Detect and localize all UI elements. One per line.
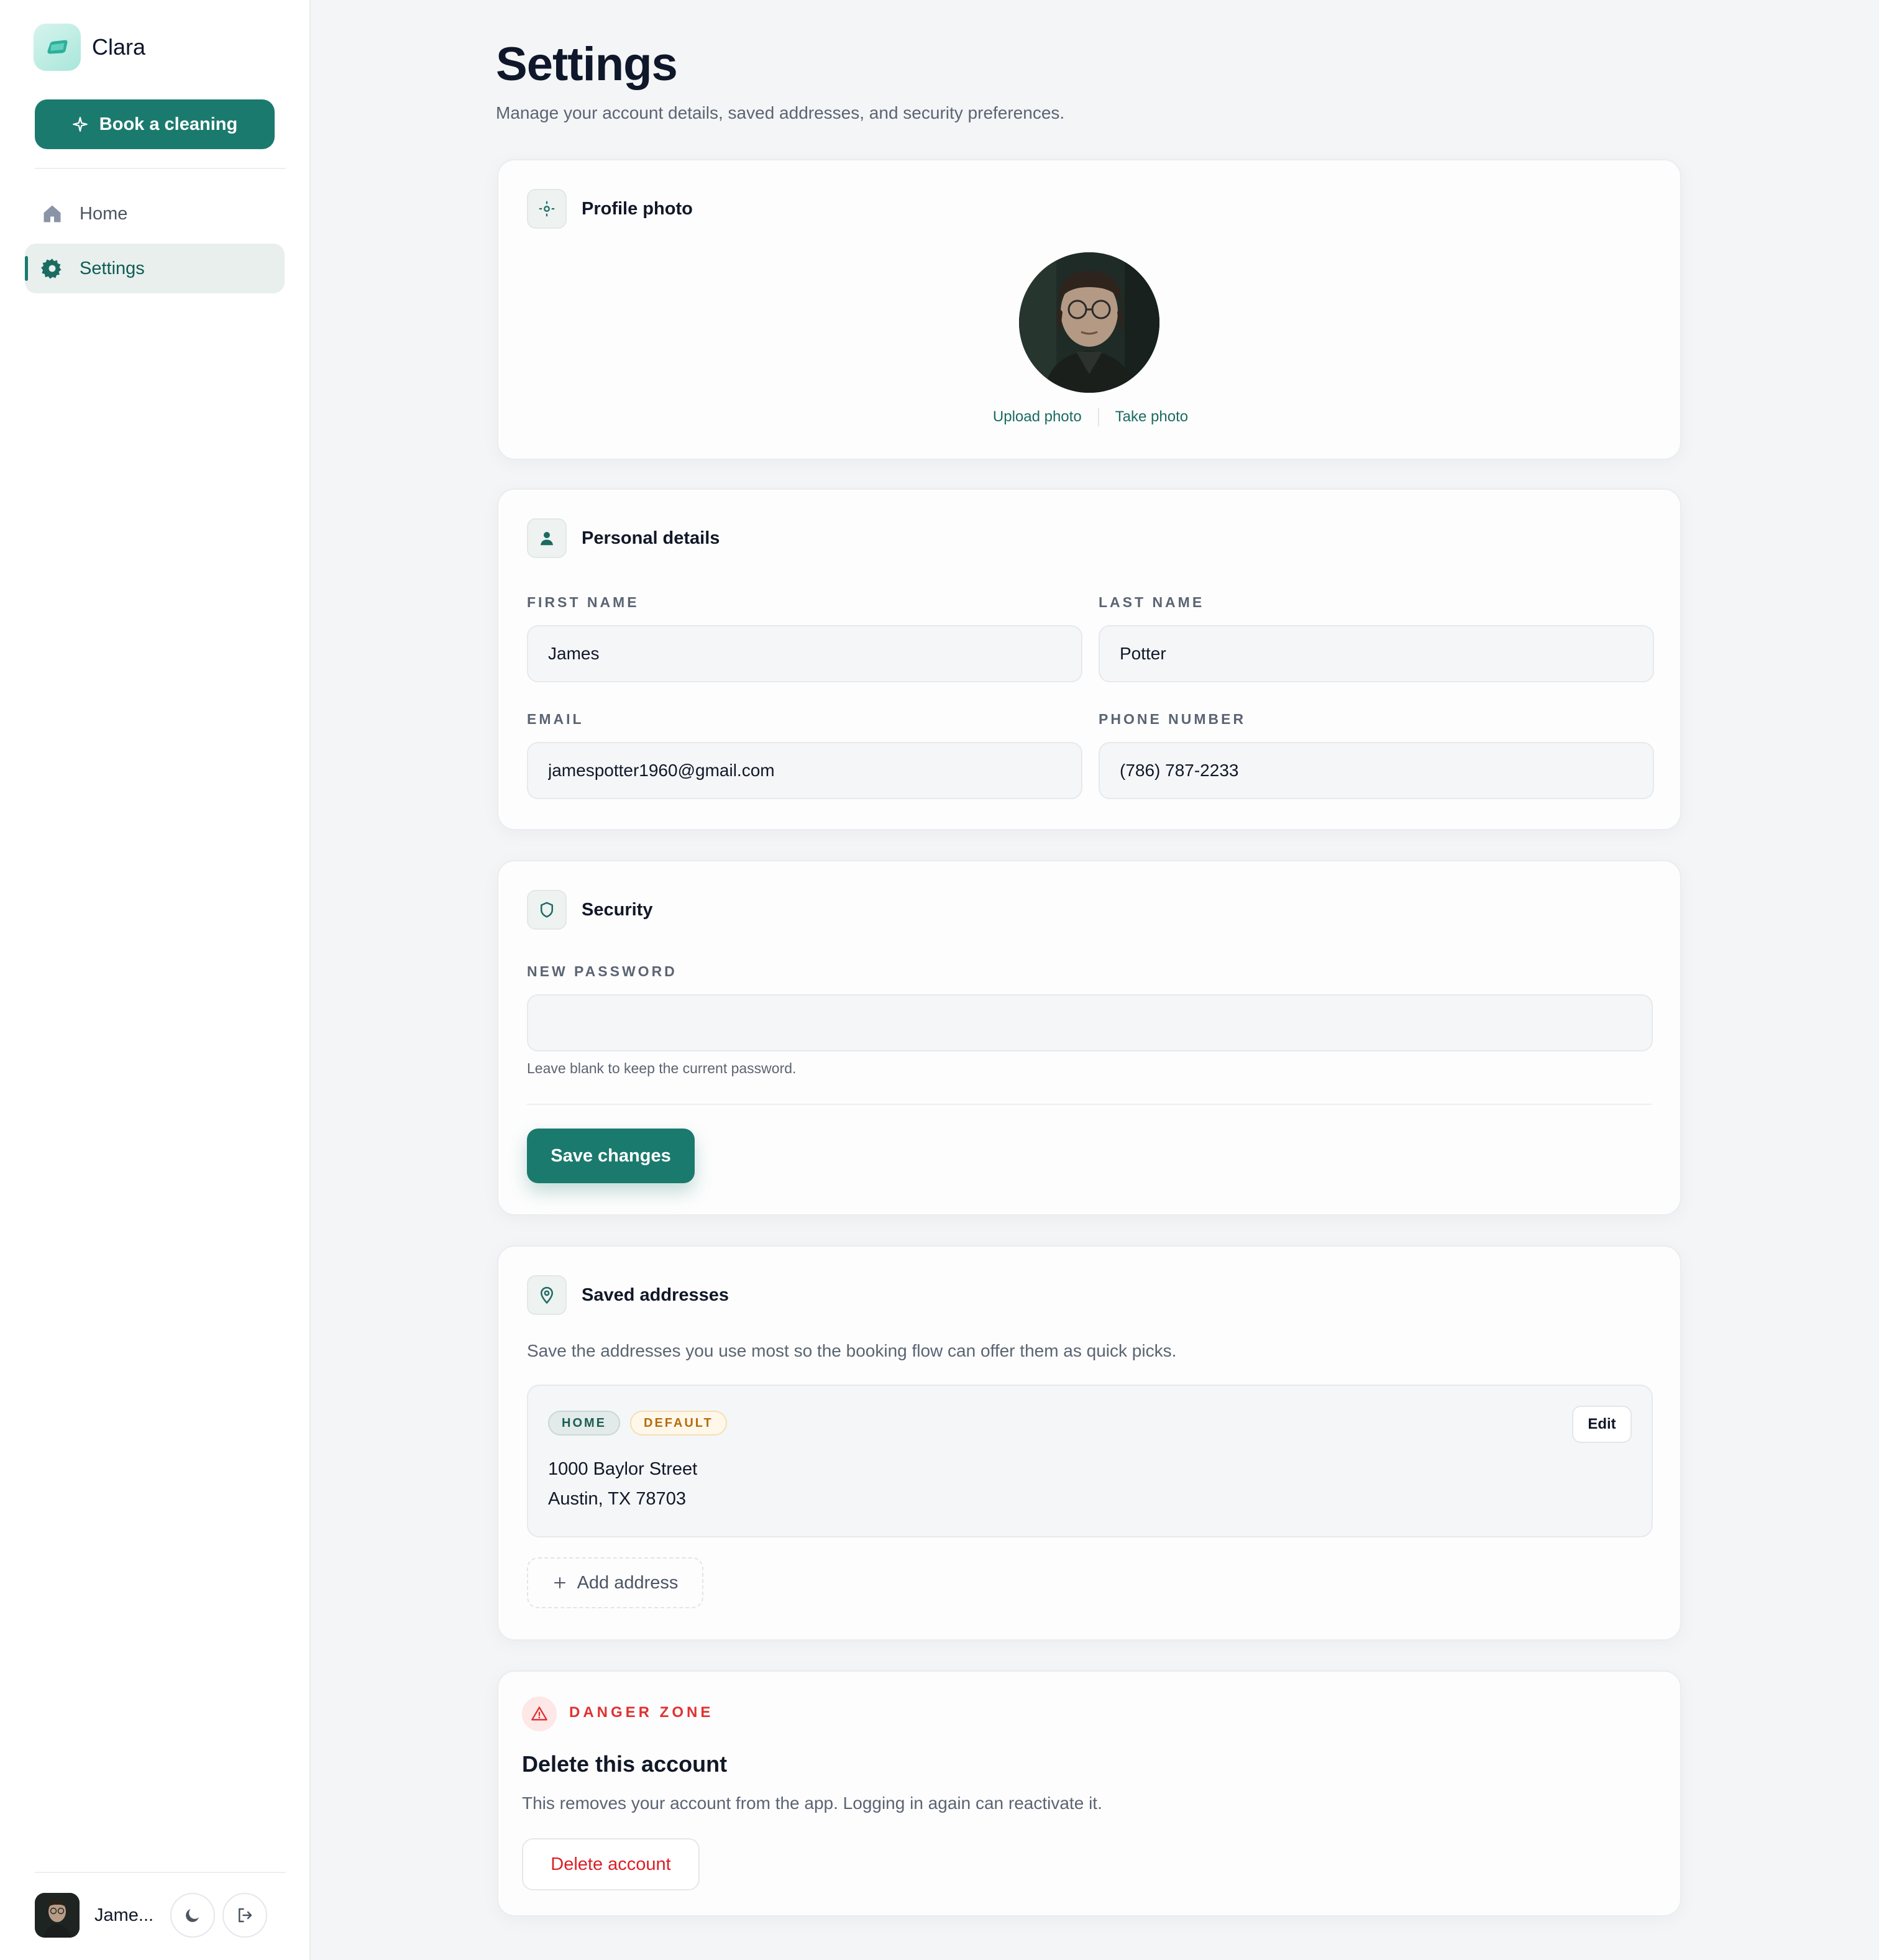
first-name-input[interactable]: [527, 625, 1082, 682]
save-changes-button[interactable]: Save changes: [527, 1129, 695, 1183]
address-line-2: Austin, TX 78703: [548, 1489, 686, 1509]
danger-zone-label: DANGER ZONE: [569, 1704, 714, 1721]
book-cleaning-label: Book a cleaning: [99, 114, 238, 134]
delete-account-button[interactable]: Delete account: [522, 1838, 700, 1890]
user-row: Jame...: [35, 1893, 267, 1938]
profile-photo-card: Profile photo Upload photo Take photo: [497, 159, 1681, 460]
danger-description: This removes your account from the app. …: [522, 1793, 1102, 1813]
book-cleaning-button[interactable]: Book a cleaning: [35, 99, 275, 149]
sidebar: Clara Book a cleaning Home Settings Jame…: [0, 0, 311, 1960]
app-root: Clara Book a cleaning Home Settings Jame…: [0, 0, 1879, 1960]
plus-icon: [554, 1577, 565, 1588]
avatar[interactable]: [35, 1893, 80, 1938]
new-password-label: NEW PASSWORD: [527, 963, 677, 979]
brand[interactable]: Clara: [34, 24, 145, 71]
brand-name: Clara: [92, 34, 146, 60]
sidebar-item-home[interactable]: Home: [25, 189, 285, 239]
default-tag-badge: DEFAULT: [630, 1411, 727, 1436]
sidebar-item-settings[interactable]: Settings: [25, 244, 285, 293]
addresses-description: Save the addresses you use most so the b…: [527, 1341, 1177, 1360]
theme-toggle-button[interactable]: [170, 1893, 215, 1938]
logout-button[interactable]: [222, 1893, 267, 1938]
section-divider: [527, 1104, 1652, 1105]
card-header: Security: [527, 890, 652, 930]
sidebar-divider: [35, 168, 286, 169]
saved-addresses-card: Saved addresses Save the addresses you u…: [497, 1245, 1681, 1641]
warning-icon: [522, 1697, 557, 1731]
phone-label: PHONE NUMBER: [1099, 711, 1246, 727]
phone-field[interactable]: [1099, 742, 1654, 799]
card-title: Profile photo: [582, 198, 693, 219]
upload-photo-button[interactable]: Upload photo: [977, 408, 1098, 426]
user-icon: [527, 518, 567, 558]
home-tag-badge: HOME: [548, 1411, 620, 1436]
card-title: Personal details: [582, 528, 720, 548]
card-title: Saved addresses: [582, 1285, 729, 1305]
email-field[interactable]: [527, 742, 1082, 799]
shield-icon: [527, 890, 567, 930]
password-hint: Leave blank to keep the current password…: [527, 1060, 797, 1076]
sun-icon: [527, 189, 567, 229]
home-icon: [43, 205, 61, 222]
card-header: Saved addresses: [527, 1275, 729, 1315]
gear-icon: [41, 259, 62, 279]
sidebar-item-label: Settings: [80, 258, 145, 278]
card-title: Security: [582, 899, 653, 920]
security-card: Security NEW PASSWORD Leave blank to kee…: [497, 860, 1681, 1216]
personal-details-card: Personal details FIRST NAME LAST NAME EM…: [497, 488, 1681, 830]
sparkle-icon: [72, 117, 88, 132]
card-header: Profile photo: [527, 189, 693, 229]
add-address-label: Add address: [577, 1572, 679, 1593]
email-label: EMAIL: [527, 711, 584, 727]
sidebar-divider: [35, 1872, 286, 1873]
last-name-label: LAST NAME: [1099, 594, 1205, 610]
last-name-input[interactable]: [1099, 625, 1654, 682]
user-name: Jame...: [94, 1905, 154, 1925]
address-line-1: 1000 Baylor Street: [548, 1459, 698, 1479]
first-name-label: FIRST NAME: [527, 594, 639, 610]
profile-avatar: [1019, 252, 1159, 393]
edit-address-button[interactable]: Edit: [1572, 1406, 1632, 1443]
photo-actions: Upload photo Take photo: [498, 408, 1683, 426]
sidebar-item-label: Home: [80, 203, 128, 224]
moon-icon: [186, 1909, 199, 1922]
danger-title: Delete this account: [522, 1751, 728, 1777]
page-title: Settings: [496, 38, 678, 91]
card-header: Personal details: [527, 518, 720, 558]
page-subtitle: Manage your account details, saved addre…: [496, 103, 1065, 122]
brand-logo-icon: [34, 24, 81, 71]
danger-zone-card: DANGER ZONE Delete this account This rem…: [497, 1670, 1681, 1916]
add-address-button[interactable]: Add address: [527, 1557, 703, 1608]
address-item: HOME DEFAULT Edit 1000 Baylor Street Aus…: [527, 1385, 1653, 1537]
map-pin-icon: [527, 1275, 567, 1315]
take-photo-button[interactable]: Take photo: [1099, 408, 1204, 426]
logout-icon: [239, 1908, 252, 1923]
new-password-input[interactable]: [527, 994, 1653, 1051]
